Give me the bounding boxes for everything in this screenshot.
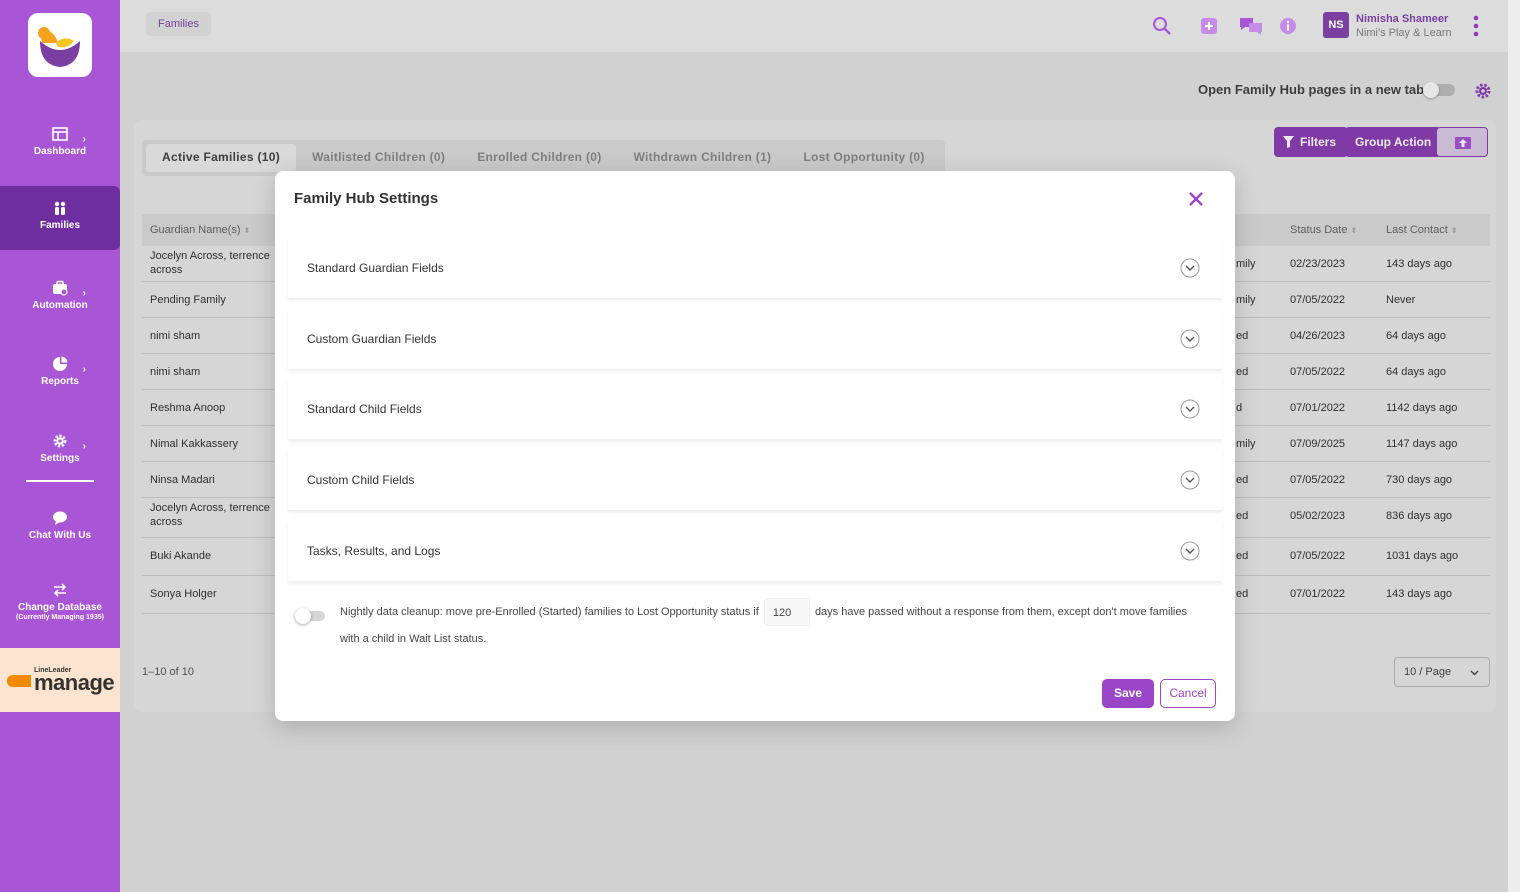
- sidebar-item-families[interactable]: Families: [0, 186, 120, 250]
- sidebar-item-label: Automation: [32, 300, 88, 311]
- avatar[interactable]: NS: [1323, 12, 1349, 38]
- swap-icon: [53, 583, 67, 597]
- section-label: Custom Guardian Fields: [307, 332, 437, 346]
- section-tasks-results-logs[interactable]: Tasks, Results, and Logs: [288, 520, 1222, 582]
- top-bar: Families NS Nimisha Shameer Nimi's Play …: [120, 0, 1520, 52]
- sidebar-item-label: Chat With Us: [28, 530, 92, 541]
- section-label: Standard Child Fields: [307, 402, 422, 416]
- sidebar-item-reports[interactable]: › Reports: [0, 346, 120, 410]
- active-indicator: [26, 480, 94, 482]
- section-standard-child-fields[interactable]: Standard Child Fields: [288, 378, 1222, 440]
- section-label: Custom Child Fields: [307, 473, 415, 487]
- section-custom-guardian-fields[interactable]: Custom Guardian Fields: [288, 308, 1222, 370]
- breadcrumb[interactable]: Families: [146, 12, 211, 36]
- chevron-right-icon: ›: [82, 134, 86, 145]
- user-name[interactable]: Nimisha Shameer: [1356, 13, 1448, 25]
- cancel-button[interactable]: Cancel: [1160, 679, 1216, 708]
- database-count: (Currently Managing 1935): [16, 614, 104, 621]
- save-button[interactable]: Save: [1102, 679, 1154, 708]
- messages-icon[interactable]: [1239, 16, 1263, 36]
- section-custom-child-fields[interactable]: Custom Child Fields: [288, 449, 1222, 511]
- sidebar-item-change-database[interactable]: Change Database (Currently Managing 1935…: [0, 572, 120, 636]
- section-label: Standard Guardian Fields: [307, 261, 444, 275]
- sidebar-item-automation[interactable]: › Automation: [0, 270, 120, 334]
- lineleader-manage-logo: LineLeader manage: [0, 648, 120, 712]
- chevron-down-icon: [1180, 399, 1200, 419]
- sidebar: › Dashboard Families › Automation › Repo…: [0, 0, 120, 892]
- sidebar-item-label: Reports: [41, 376, 79, 387]
- cleanup-toggle[interactable]: [295, 608, 325, 624]
- cleanup-text-before: Nightly data cleanup: move pre-Enrolled …: [340, 605, 759, 618]
- chevron-down-icon: [1180, 541, 1200, 561]
- sidebar-item-dashboard[interactable]: › Dashboard: [0, 116, 120, 180]
- modal-title: Family Hub Settings: [294, 190, 439, 207]
- search-icon[interactable]: [1152, 16, 1172, 36]
- toggle-knob: [295, 608, 311, 624]
- chevron-right-icon: ›: [82, 288, 86, 299]
- cleanup-days-input[interactable]: 120: [763, 598, 810, 626]
- close-icon[interactable]: [1187, 190, 1205, 208]
- chevron-down-icon: [1180, 258, 1200, 278]
- brand-big: manage: [34, 670, 115, 695]
- chevron-right-icon: ›: [82, 441, 86, 452]
- chevron-down-icon: [1180, 470, 1200, 490]
- page-scrollbar[interactable]: [1508, 0, 1520, 892]
- chevron-down-icon: [1180, 329, 1200, 349]
- dashboard-icon: [52, 127, 68, 141]
- pie-chart-icon: [53, 356, 68, 371]
- automation-icon: [53, 280, 68, 296]
- sidebar-item-label: Dashboard: [33, 146, 87, 157]
- sidebar-item-settings[interactable]: › Settings: [0, 423, 120, 487]
- add-icon[interactable]: [1199, 16, 1219, 36]
- chevron-right-icon: ›: [82, 364, 86, 375]
- app-logo[interactable]: [28, 13, 92, 77]
- sidebar-item-label: Change Database: [18, 602, 102, 613]
- sidebar-item-chat[interactable]: Chat With Us: [0, 500, 120, 564]
- sidebar-item-label: Settings: [40, 453, 80, 464]
- families-icon: [54, 201, 66, 215]
- family-hub-settings-modal: Family Hub Settings Standard Guardian Fi…: [275, 171, 1235, 721]
- user-organization: Nimi's Play & Learn: [1356, 27, 1452, 39]
- cleanup-description: Nightly data cleanup: move pre-Enrolled …: [340, 598, 1200, 653]
- gear-icon: [53, 434, 67, 448]
- section-standard-guardian-fields[interactable]: Standard Guardian Fields: [288, 237, 1222, 299]
- sidebar-item-label: Families: [39, 220, 81, 231]
- section-label: Tasks, Results, and Logs: [307, 544, 441, 558]
- info-icon[interactable]: [1278, 16, 1298, 36]
- chat-icon: [53, 511, 67, 525]
- more-vertical-icon[interactable]: [1468, 14, 1484, 38]
